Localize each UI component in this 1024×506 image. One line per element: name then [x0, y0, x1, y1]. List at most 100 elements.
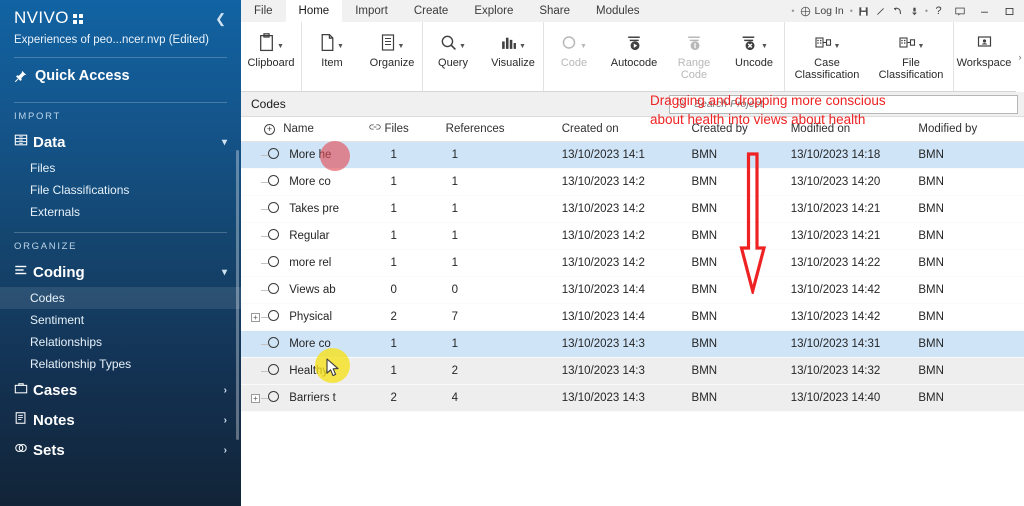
- row-code-ring-icon[interactable]: [255, 168, 284, 196]
- sidebar-scrollbar[interactable]: [236, 150, 239, 440]
- header-name[interactable]: Name: [283, 117, 366, 142]
- save-icon[interactable]: [855, 0, 872, 22]
- sidebar-item-files[interactable]: Files: [0, 157, 241, 179]
- row-code-ring-icon[interactable]: [255, 384, 284, 412]
- row-files: 1: [384, 357, 446, 385]
- code-ring-icon[interactable]: [268, 201, 280, 213]
- row-link-spacer: [365, 330, 385, 358]
- search-project-box[interactable]: [669, 94, 1018, 114]
- sidebar-item-externals[interactable]: Externals: [0, 201, 241, 223]
- header-files[interactable]: Files: [384, 117, 446, 142]
- sidebar-group-cases[interactable]: Cases ›: [0, 375, 241, 405]
- maximize-icon[interactable]: [997, 0, 1022, 22]
- row-code-ring-icon[interactable]: [255, 222, 284, 250]
- quick-access-item[interactable]: Quick Access: [0, 58, 241, 93]
- header-modified-on[interactable]: Modified on: [790, 117, 919, 142]
- row-code-ring-icon[interactable]: [255, 330, 284, 358]
- chevron-down-icon[interactable]: ▾: [222, 137, 227, 148]
- sidebar-item-codes[interactable]: Codes: [0, 287, 241, 309]
- login-button[interactable]: Log In: [796, 5, 847, 17]
- chevron-right-icon[interactable]: ›: [224, 445, 227, 456]
- code-ring-icon[interactable]: [268, 390, 280, 402]
- table-row[interactable]: more rel 1 1 13/10/2023 14:2 BMN 13/10/2023 1…: [241, 249, 1024, 277]
- row-code-ring-icon[interactable]: [255, 141, 284, 169]
- sidebar-group-coding[interactable]: Coding ▾: [0, 257, 241, 287]
- header-references[interactable]: References: [445, 117, 562, 142]
- tab-create[interactable]: Create: [401, 0, 462, 22]
- quick-access-toolbar: • Log In • • ?: [789, 0, 1024, 22]
- sidebar-group-data[interactable]: Data ▾: [0, 127, 241, 157]
- undo-icon[interactable]: [889, 0, 906, 22]
- sidebar-item-relationships[interactable]: Relationships: [0, 331, 241, 353]
- sidebar-item-relationship-types[interactable]: Relationship Types: [0, 353, 241, 375]
- pen-icon[interactable]: [872, 0, 889, 22]
- file-classification-button[interactable]: ▼ File Classification: [869, 22, 953, 91]
- code-ring-icon[interactable]: [268, 174, 280, 186]
- tab-explore[interactable]: Explore: [461, 0, 526, 22]
- comment-icon[interactable]: [947, 0, 972, 22]
- organize-button[interactable]: ▼ Organize: [362, 22, 422, 91]
- code-ring-icon[interactable]: [268, 228, 280, 240]
- workspace-button[interactable]: Workspace: [954, 22, 1014, 91]
- case-classification-button[interactable]: ▼ Case Classification: [785, 22, 869, 91]
- row-code-ring-icon[interactable]: [255, 195, 284, 223]
- tab-file[interactable]: File: [241, 0, 286, 22]
- query-button[interactable]: ▼ Query: [423, 22, 483, 91]
- range-code-button[interactable]: Range Code: [664, 22, 724, 91]
- code-ring-icon[interactable]: [268, 336, 280, 348]
- table-row[interactable]: Views ab 0 0 13/10/2023 14:4 BMN 13/10/2023 1…: [241, 276, 1024, 304]
- tab-import[interactable]: Import: [342, 0, 401, 22]
- table-row[interactable]: More co 1 1 13/10/2023 14:3 BMN 13/10/2023 14…: [241, 330, 1024, 358]
- uncode-icon: ▼: [740, 29, 768, 55]
- tab-home[interactable]: Home: [285, 0, 343, 22]
- chevron-right-icon[interactable]: ›: [224, 385, 227, 396]
- chevron-right-icon[interactable]: ›: [224, 415, 227, 426]
- code-ring-icon[interactable]: [268, 282, 280, 294]
- row-expand-toggle[interactable]: +: [241, 384, 260, 412]
- item-button[interactable]: ▼ Item: [302, 22, 362, 91]
- tab-modules[interactable]: Modules: [583, 0, 652, 22]
- visualize-button[interactable]: ▼ Visualize: [483, 22, 543, 91]
- table-row[interactable]: Healthy 1 2 13/10/2023 14:3 BMN 13/10/2023 14…: [241, 357, 1024, 385]
- circle-plus-icon[interactable]: +: [263, 123, 275, 135]
- code-ring-icon[interactable]: [268, 255, 280, 267]
- code-button[interactable]: ▼ Code: [544, 22, 604, 91]
- ribbon-overflow-chevron-right-icon[interactable]: ›: [1016, 22, 1024, 92]
- tab-share[interactable]: Share: [526, 0, 583, 22]
- header-modified-by[interactable]: Modified by: [918, 117, 1024, 142]
- autocode-button[interactable]: Autocode: [604, 22, 664, 91]
- table-row[interactable]: More co 1 1 13/10/2023 14:2 BMN 13/10/2023 14…: [241, 168, 1024, 196]
- search-input[interactable]: [694, 98, 1011, 110]
- table-row[interactable]: Regular 1 1 13/10/2023 14:2 BMN 13/10/2023 14…: [241, 222, 1024, 250]
- chevron-down-icon[interactable]: ▾: [222, 267, 227, 278]
- organize-label: Organize: [369, 57, 415, 69]
- chevron-left-icon[interactable]: ❮: [212, 12, 229, 25]
- sidebar-group-notes[interactable]: Notes ›: [0, 405, 241, 435]
- header-created-by[interactable]: Created by: [691, 117, 791, 142]
- clipboard-button[interactable]: ▼ Clipboard: [241, 22, 301, 91]
- ribbon-group-workspace: Workspace: [954, 22, 1014, 91]
- row-code-ring-icon[interactable]: [255, 276, 284, 304]
- help-icon[interactable]: ?: [930, 0, 947, 22]
- row-code-ring-icon[interactable]: [255, 249, 284, 277]
- row-code-ring-icon[interactable]: [255, 357, 284, 385]
- code-ring-icon[interactable]: [268, 309, 280, 321]
- minimize-icon[interactable]: [972, 0, 997, 22]
- row-code-ring-icon[interactable]: [255, 303, 284, 331]
- sidebar-group-sets[interactable]: Sets ›: [0, 435, 241, 465]
- table-row[interactable]: Takes pre 1 1 13/10/2023 14:2 BMN 13/10/2023 …: [241, 195, 1024, 223]
- row-expand-toggle[interactable]: +: [241, 303, 260, 331]
- table-header-row: + Name Files References Created on Creat…: [241, 117, 1024, 142]
- header-created-on[interactable]: Created on: [561, 117, 692, 142]
- sidebar-item-file-classifications[interactable]: File Classifications: [0, 179, 241, 201]
- table-row[interactable]: + Physical 2 7 13/10/2023 14:4 BMN 13/10/2023 …: [241, 303, 1024, 331]
- code-ring-icon[interactable]: [268, 363, 280, 375]
- uncode-button[interactable]: ▼ Uncode: [724, 22, 784, 91]
- code-ring-icon[interactable]: [268, 147, 280, 159]
- sidebar-item-sentiment[interactable]: Sentiment: [0, 309, 241, 331]
- file-classification-icon: ▼: [898, 29, 924, 55]
- header-name-expand-icon-cell[interactable]: +: [255, 117, 284, 142]
- table-row[interactable]: + Barriers t 2 4 13/10/2023 14:3 BMN 13/10/202…: [241, 384, 1024, 412]
- table-row[interactable]: More he 1 1 13/10/2023 14:1 BMN 13/10/2023 14…: [241, 141, 1024, 169]
- redo-dropdown-icon[interactable]: [906, 0, 923, 22]
